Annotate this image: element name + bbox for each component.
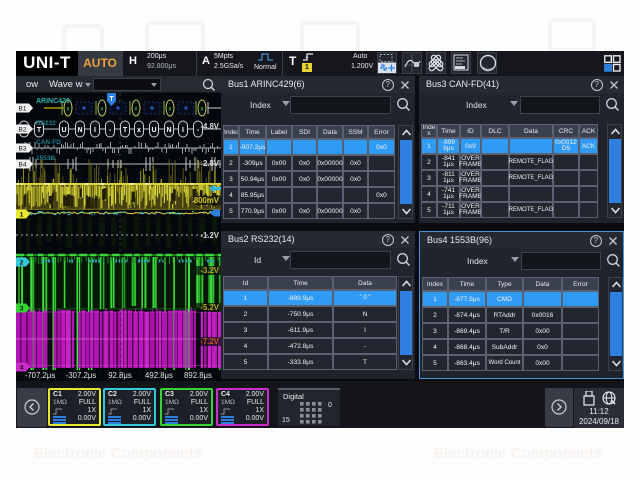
svg-text:1: 1 xyxy=(20,212,24,219)
svg-text:-7.2V: -7.2V xyxy=(200,337,219,346)
svg-text:3: 3 xyxy=(20,306,24,313)
svg-text:B4: B4 xyxy=(19,162,27,169)
svg-text:B3: B3 xyxy=(19,146,27,153)
svg-text:N: N xyxy=(77,127,82,134)
svg-text:2.8V: 2.8V xyxy=(203,159,220,168)
svg-text:I: I xyxy=(182,127,184,134)
svg-text:1553B: 1553B xyxy=(36,155,55,162)
svg-text:T: T xyxy=(123,127,128,134)
svg-text:ARINC429: ARINC429 xyxy=(36,98,70,105)
svg-text:800mV: 800mV xyxy=(194,196,220,205)
svg-text:RS232: RS232 xyxy=(36,120,56,127)
svg-text:-3.2V: -3.2V xyxy=(200,266,219,275)
svg-text:-4.8V: -4.8V xyxy=(200,122,219,131)
svg-text:2: 2 xyxy=(20,260,24,267)
svg-text:B2: B2 xyxy=(19,127,27,134)
svg-text:-707.2μs: -707.2μs xyxy=(25,371,56,380)
svg-text:-307.2μs: -307.2μs xyxy=(66,371,97,380)
svg-text:x: x xyxy=(137,127,141,134)
svg-text:4: 4 xyxy=(20,365,24,372)
svg-text:T: T xyxy=(109,96,114,103)
svg-text:-1.2V: -1.2V xyxy=(200,231,219,240)
svg-text:U: U xyxy=(61,127,66,134)
svg-text:CAN-FD: CAN-FD xyxy=(36,139,61,146)
svg-text:U: U xyxy=(151,127,156,134)
svg-text:892.8μs: 892.8μs xyxy=(184,371,212,380)
svg-text:-5.2V: -5.2V xyxy=(200,303,219,312)
svg-text:T: T xyxy=(37,127,42,134)
svg-text:B1: B1 xyxy=(19,106,27,113)
svg-text:92.8μs: 92.8μs xyxy=(108,371,132,380)
svg-text:N: N xyxy=(166,127,171,134)
svg-text:I: I xyxy=(94,127,96,134)
svg-text:492.8μs: 492.8μs xyxy=(145,371,173,380)
